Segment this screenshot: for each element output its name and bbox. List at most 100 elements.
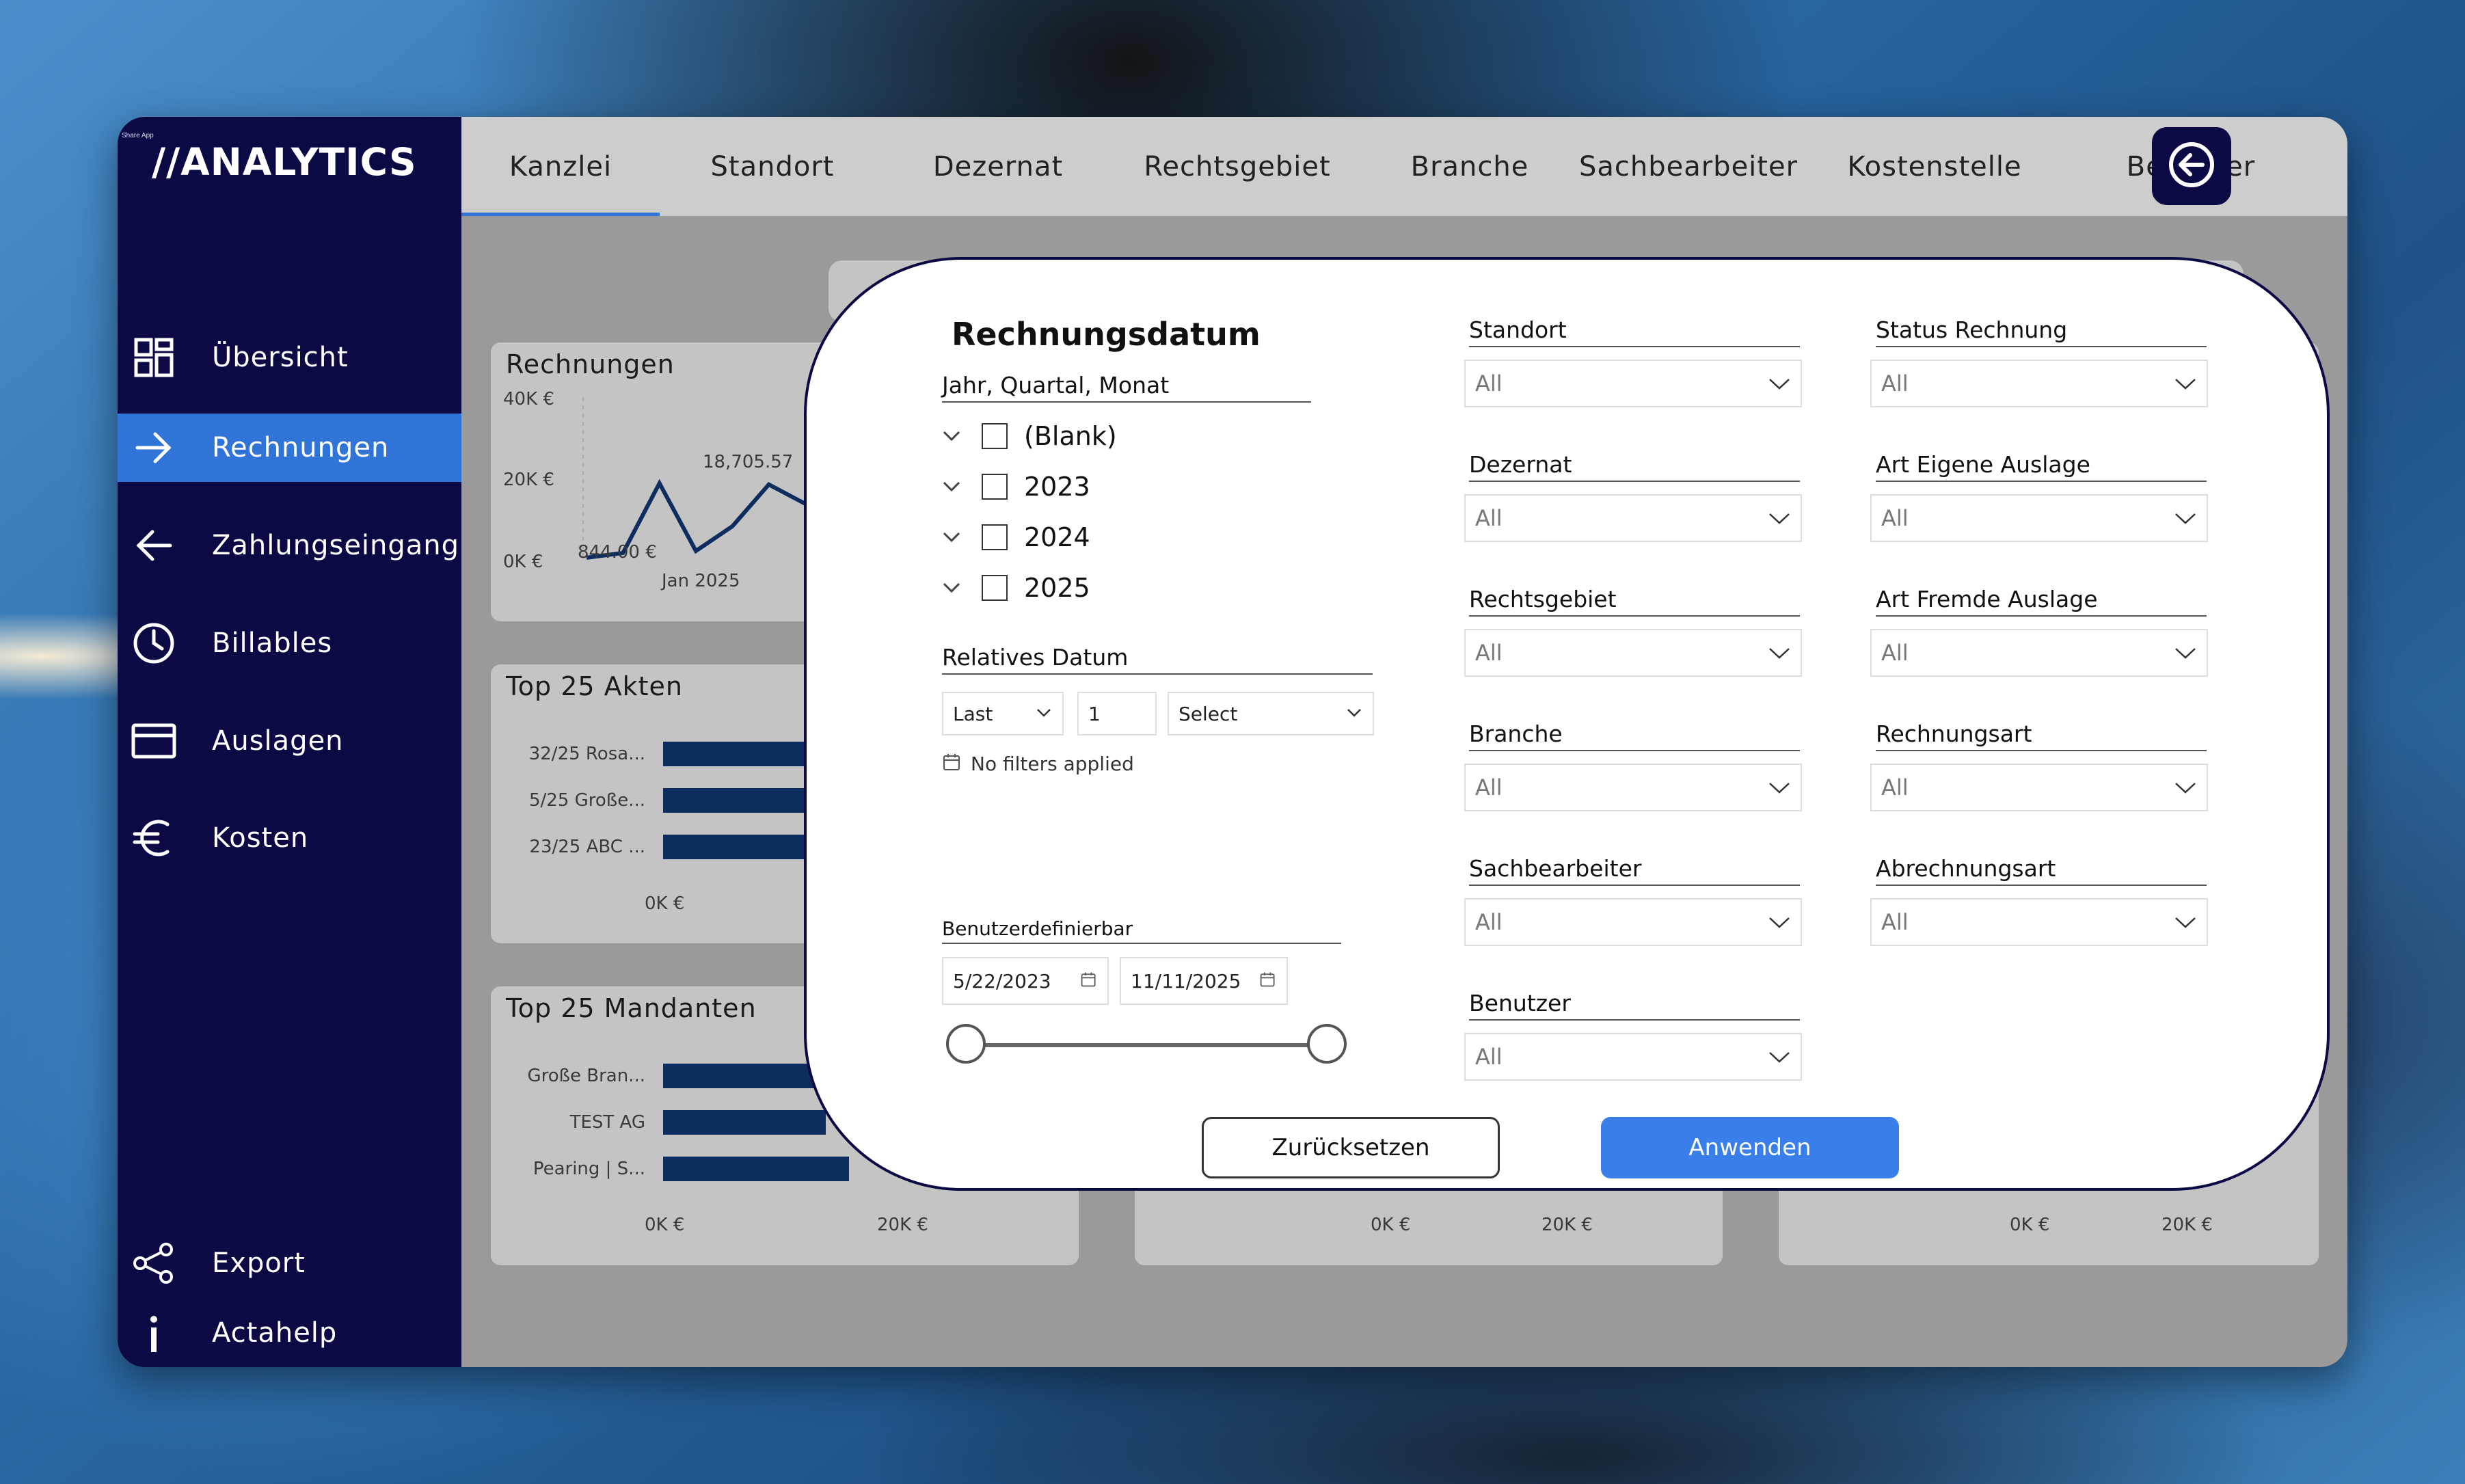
branche-dropdown[interactable]: All xyxy=(1464,764,1802,811)
checkbox[interactable] xyxy=(982,474,1008,500)
sidebar-item-auslagen[interactable]: Auslagen xyxy=(118,707,461,775)
card-title: Top 25 Mandanten xyxy=(506,993,757,1023)
checkbox[interactable] xyxy=(982,524,1008,550)
sidebar-item-label: Rechnungen xyxy=(212,432,390,463)
relative-count-input[interactable]: 1 xyxy=(1077,692,1157,736)
calendar-icon[interactable] xyxy=(1259,971,1277,991)
status-rechnung-dropdown[interactable]: All xyxy=(1870,360,2208,407)
chevron-down-icon[interactable] xyxy=(942,477,961,496)
arrow-right-icon xyxy=(130,424,178,472)
dezernat-dropdown[interactable]: All xyxy=(1464,494,1802,542)
top-tab-bar: Kanzlei Standort Dezernat Rechtsgebiet B… xyxy=(461,117,2347,216)
filter-label-status-rechnung: Status Rechnung xyxy=(1876,316,2207,347)
relative-period-select[interactable]: Last xyxy=(942,692,1064,736)
chevron-down-icon xyxy=(1768,779,1791,799)
x-tick: 0K € xyxy=(645,1215,685,1235)
category-label: Große Bran... xyxy=(527,1066,645,1086)
tab-sachbearbeiter[interactable]: Sachbearbeiter xyxy=(1576,117,1801,216)
chevron-down-icon[interactable] xyxy=(942,427,961,446)
benutzer-dropdown[interactable]: All xyxy=(1464,1033,1802,1081)
dropdown-value: All xyxy=(1881,774,1909,800)
sidebar-item-export[interactable]: Export xyxy=(118,1229,461,1297)
info-icon xyxy=(130,1309,178,1357)
data-label: 844.00 € xyxy=(578,542,657,563)
tab-branche[interactable]: Branche xyxy=(1364,117,1576,216)
tab-rechtsgebiet[interactable]: Rechtsgebiet xyxy=(1111,117,1364,216)
date-to-input[interactable]: 11/11/2025 xyxy=(1120,957,1288,1005)
calendar-icon xyxy=(942,752,962,775)
category-label: TEST AG xyxy=(569,1112,645,1133)
input-value: 1 xyxy=(1088,702,1101,725)
tab-dezernat[interactable]: Dezernat xyxy=(885,117,1111,216)
card-icon xyxy=(130,717,178,765)
clock-icon xyxy=(130,619,178,667)
checkbox[interactable] xyxy=(982,575,1008,601)
sidebar: Share App //ANALYTICS Übersicht Rechnung… xyxy=(118,117,461,1367)
filter-label-art-eigene-auslage: Art Eigene Auslage xyxy=(1876,451,2207,482)
checkbox[interactable] xyxy=(982,423,1008,449)
relative-date-label: Relatives Datum xyxy=(942,644,1373,675)
category-label: 23/25 ABC ... xyxy=(529,837,645,857)
sidebar-item-label: Zahlungseingang xyxy=(212,530,460,561)
slider-handle-start[interactable] xyxy=(946,1024,986,1064)
chevron-down-icon[interactable] xyxy=(942,578,961,597)
slider-handle-end[interactable] xyxy=(1307,1024,1347,1064)
tab-kostenstelle[interactable]: Kostenstelle xyxy=(1801,117,2068,216)
filter-modal: Rechnungsdatum Jahr, Quartal, Monat (Bla… xyxy=(804,257,2330,1191)
chevron-down-icon xyxy=(1768,375,1791,395)
sidebar-item-rechnungen[interactable]: Rechnungen xyxy=(118,414,461,482)
card-title: Top 25 Akten xyxy=(506,671,683,701)
tab-standort[interactable]: Standort xyxy=(666,117,878,216)
sachbearbeiter-dropdown[interactable]: All xyxy=(1464,898,1802,946)
tree-item-2024[interactable]: 2024 xyxy=(942,517,1090,558)
x-tick: 20K € xyxy=(877,1215,928,1235)
back-button[interactable] xyxy=(2152,127,2231,205)
x-tick: 0K € xyxy=(645,893,685,914)
art-eigene-auslage-dropdown[interactable]: All xyxy=(1870,494,2208,542)
share-icon xyxy=(130,1239,178,1287)
sidebar-item-kosten[interactable]: Kosten xyxy=(118,804,461,872)
dropdown-value: All xyxy=(1475,505,1503,531)
bar xyxy=(663,1157,849,1181)
x-tick: 20K € xyxy=(2161,1215,2213,1235)
chevron-down-icon xyxy=(2174,375,2197,395)
sidebar-item-billables[interactable]: Billables xyxy=(118,609,461,677)
sidebar-item-label: Billables xyxy=(212,628,333,659)
tree-item-blank[interactable]: (Blank) xyxy=(942,416,1117,457)
tree-item-2025[interactable]: 2025 xyxy=(942,567,1090,608)
date-from-input[interactable]: 5/22/2023 xyxy=(942,957,1109,1005)
chevron-down-icon[interactable] xyxy=(942,528,961,547)
rechtsgebiet-dropdown[interactable]: All xyxy=(1464,629,1802,677)
input-value: 11/11/2025 xyxy=(1131,969,1241,993)
sidebar-item-actahelp[interactable]: Actahelp xyxy=(118,1299,461,1367)
chevron-down-icon xyxy=(2174,779,2197,799)
data-label: 18,705.57 xyxy=(703,452,794,472)
select-value: Last xyxy=(953,702,993,725)
x-tick: 20K € xyxy=(1541,1215,1593,1235)
tree-item-label: 2025 xyxy=(1024,573,1090,603)
tab-kanzlei[interactable]: Kanzlei xyxy=(461,117,660,216)
no-filters-note: No filters applied xyxy=(942,752,1134,775)
share-app-label[interactable]: Share App xyxy=(122,132,154,139)
art-fremde-auslage-dropdown[interactable]: All xyxy=(1870,629,2208,677)
date-range-slider-track[interactable] xyxy=(949,1043,1338,1047)
dropdown-value: All xyxy=(1475,774,1503,800)
dropdown-value: All xyxy=(1475,1044,1503,1070)
sidebar-item-zahlungseingang[interactable]: Zahlungseingang xyxy=(118,511,461,580)
chevron-down-icon xyxy=(1768,913,1791,934)
apply-button[interactable]: Anwenden xyxy=(1601,1117,1899,1178)
relative-unit-select[interactable]: Select xyxy=(1168,692,1374,736)
reset-button[interactable]: Zurücksetzen xyxy=(1202,1117,1500,1178)
standort-dropdown[interactable]: All xyxy=(1464,360,1802,407)
calendar-icon[interactable] xyxy=(1080,971,1098,991)
tree-item-2023[interactable]: 2023 xyxy=(942,466,1090,507)
bar xyxy=(663,1110,826,1135)
rechnungsart-dropdown[interactable]: All xyxy=(1870,764,2208,811)
sidebar-item-label: Auslagen xyxy=(212,725,344,757)
sidebar-item-uebersicht[interactable]: Übersicht xyxy=(118,323,461,392)
category-label: Pearing | S... xyxy=(533,1159,645,1179)
abrechnungsart-dropdown[interactable]: All xyxy=(1870,898,2208,946)
modal-title: Rechnungsdatum xyxy=(952,316,1261,353)
chevron-down-icon xyxy=(1768,644,1791,664)
chevron-down-icon xyxy=(1768,1048,1791,1068)
